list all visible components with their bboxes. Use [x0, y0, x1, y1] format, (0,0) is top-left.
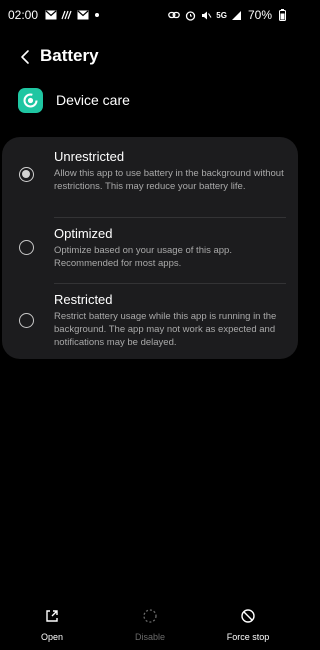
- battery-options-card: Unrestricted Allow this app to use batte…: [2, 137, 298, 359]
- option-title: Restricted: [54, 292, 113, 307]
- option-description: Restrict battery usage while this app is…: [54, 311, 277, 348]
- link-icon: [168, 9, 181, 21]
- app-info-row: Device care: [0, 84, 300, 118]
- signal-icon: [231, 9, 243, 21]
- disable-icon: [143, 609, 157, 623]
- radio-restricted[interactable]: [19, 313, 34, 328]
- option-title: Optimized: [54, 226, 113, 241]
- wifi-calling-icon: [61, 9, 73, 21]
- mail-icon: [77, 9, 89, 21]
- battery-icon: [276, 9, 288, 21]
- back-arrow-icon: [21, 50, 29, 64]
- back-button[interactable]: [14, 46, 36, 68]
- app-name: Device care: [56, 92, 130, 108]
- header: Battery: [0, 40, 300, 76]
- mail-icon: [45, 9, 57, 21]
- radio-optimized[interactable]: [19, 240, 34, 255]
- divider: [54, 217, 286, 218]
- option-unrestricted[interactable]: Unrestricted Allow this app to use batte…: [2, 145, 298, 217]
- divider: [54, 283, 286, 284]
- status-bar: 02:00 5G 70%: [0, 0, 300, 30]
- option-optimized[interactable]: Optimized Optimize based on your usage o…: [2, 222, 298, 282]
- disable-label: Disable: [134, 632, 165, 642]
- network-5g-label: 5G: [216, 10, 227, 20]
- disable-button[interactable]: Disable: [105, 606, 195, 650]
- radio-unrestricted[interactable]: [19, 167, 34, 182]
- force-stop-icon: [241, 609, 255, 623]
- option-title: Unrestricted: [54, 149, 125, 164]
- battery-settings-screen: 02:00 5G 70% Battery Device care Unrestr…: [0, 0, 300, 650]
- option-description: Allow this app to use battery in the bac…: [54, 168, 284, 192]
- notification-dot-icon: [95, 13, 100, 17]
- mute-icon: [200, 9, 212, 21]
- battery-percent: 70%: [247, 8, 272, 22]
- status-left: 02:00: [8, 8, 100, 22]
- page-title: Battery: [40, 46, 99, 65]
- open-external-icon: [46, 610, 58, 622]
- open-button[interactable]: Open: [7, 606, 97, 650]
- status-time: 02:00: [8, 8, 39, 22]
- option-restricted[interactable]: Restricted Restrict battery usage while …: [2, 288, 298, 354]
- open-label: Open: [40, 632, 64, 642]
- force-stop-label: Force stop: [226, 632, 270, 642]
- device-care-icon: [18, 88, 43, 113]
- option-description: Optimize based on your usage of this app…: [54, 245, 232, 269]
- bottom-action-bar: Open Disable Force stop: [0, 606, 300, 650]
- force-stop-button[interactable]: Force stop: [203, 606, 293, 650]
- status-right: 5G 70%: [168, 8, 288, 22]
- alarm-icon: [184, 9, 196, 21]
